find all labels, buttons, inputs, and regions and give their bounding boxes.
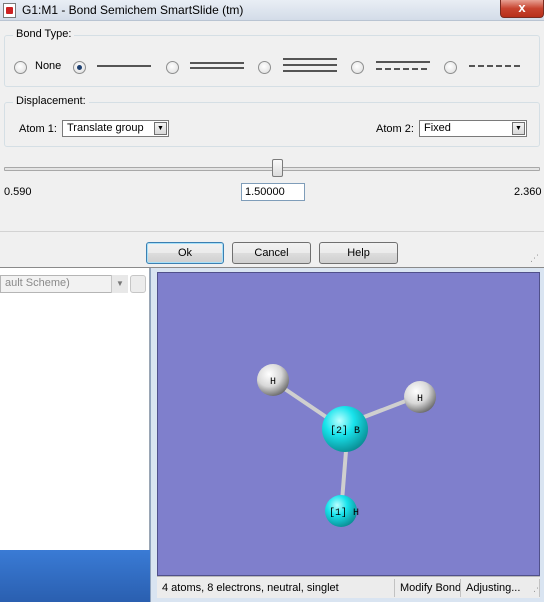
bond-smartslide-dialog: G1:M1 - Bond Semichem SmartSlide (tm) x …	[0, 0, 544, 268]
molecule-viewer-window: H H [2] B [1] H 4 atoms, 8 electrons, ne…	[150, 268, 544, 602]
resize-grip-icon[interactable]: ⋰	[528, 578, 540, 597]
close-button[interactable]: x	[500, 0, 544, 18]
aromatic-bond-icon[interactable]	[376, 60, 430, 72]
bond-length-input[interactable]	[241, 183, 305, 201]
atom2-label: Atom 2:	[376, 123, 414, 135]
displacement-legend: Displacement:	[13, 95, 89, 107]
atom-b2-label: [2] B	[330, 425, 360, 437]
radio-bond-none-label[interactable]: None	[35, 60, 61, 72]
single-bond-icon[interactable]	[97, 63, 151, 69]
partial-bond-icon[interactable]	[469, 63, 523, 69]
app-icon	[3, 3, 16, 18]
atom-h1-label: [1] H	[329, 507, 359, 519]
bond-b-h1[interactable]	[340, 449, 348, 503]
title-bar[interactable]: G1:M1 - Bond Semichem SmartSlide (tm) x	[0, 0, 544, 21]
close-icon: x	[518, 0, 526, 15]
triple-bond-icon[interactable]	[283, 57, 337, 75]
double-bond-icon[interactable]	[190, 61, 244, 71]
bond-length-slider-thumb[interactable]	[272, 159, 283, 177]
atom1-label: Atom 1:	[19, 123, 57, 135]
slider-max-label: 2.360	[514, 186, 542, 198]
molecule-drawing[interactable]: H H [2] B [1] H	[158, 273, 539, 575]
background-panel	[0, 268, 150, 550]
chevron-down-icon[interactable]: ▼	[154, 122, 167, 135]
molecule-canvas[interactable]: H H [2] B [1] H	[158, 273, 539, 575]
radio-bond-aromatic[interactable]	[351, 61, 364, 74]
status-bar: 4 atoms, 8 electrons, neutral, singlet M…	[157, 576, 540, 598]
bond-type-legend: Bond Type:	[13, 28, 75, 40]
status-mode: Modify Bond	[395, 578, 461, 597]
atom-h-right-label: H	[417, 394, 423, 405]
status-molecule-info: 4 atoms, 8 electrons, neutral, singlet	[157, 578, 395, 597]
taskbar	[0, 550, 150, 602]
atom-h-left-label: H	[270, 377, 276, 388]
chevron-down-icon[interactable]: ▼	[512, 122, 525, 135]
ok-button[interactable]: Ok	[146, 242, 224, 264]
background-scheme-combo[interactable]: ault Scheme)	[0, 275, 128, 293]
radio-bond-double[interactable]	[166, 61, 179, 74]
atom2-select-value: Fixed	[424, 122, 451, 134]
radio-bond-triple[interactable]	[258, 61, 271, 74]
bond-type-group: Bond Type:	[4, 28, 540, 87]
viewer-frame: H H [2] B [1] H	[157, 272, 540, 576]
resize-grip-icon[interactable]: ⋰	[530, 253, 539, 264]
cancel-button[interactable]: Cancel	[232, 242, 311, 264]
background-combo-button[interactable]	[130, 275, 146, 293]
status-state: Adjusting...	[466, 581, 521, 594]
separator	[0, 231, 544, 232]
atom1-select[interactable]: Translate group ▼	[62, 120, 169, 137]
window-title: G1:M1 - Bond Semichem SmartSlide (tm)	[22, 3, 244, 17]
chevron-down-icon[interactable]: ▼	[111, 275, 128, 293]
radio-bond-none[interactable]	[14, 61, 27, 74]
atom1-select-value: Translate group	[67, 122, 144, 134]
radio-bond-partial[interactable]	[444, 61, 457, 74]
radio-bond-single[interactable]	[73, 61, 86, 74]
slider-min-label: 0.590	[4, 186, 32, 198]
atom2-select[interactable]: Fixed ▼	[419, 120, 527, 137]
help-button[interactable]: Help	[319, 242, 398, 264]
